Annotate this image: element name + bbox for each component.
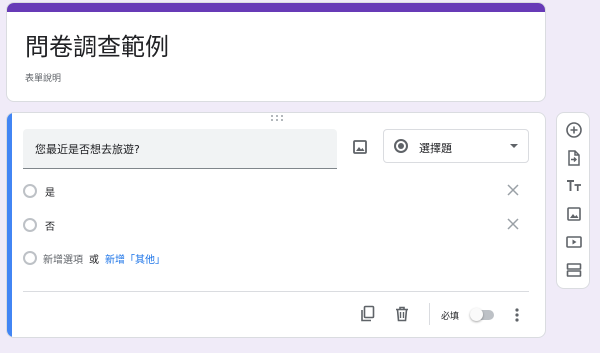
close-icon	[507, 218, 519, 230]
add-section-button[interactable]	[562, 258, 586, 282]
form-description[interactable]: 表單說明	[25, 71, 61, 84]
form-header-card[interactable]: 問卷調查範例 表單說明	[6, 2, 546, 102]
add-video-button[interactable]	[562, 230, 586, 254]
footer-vertical-divider	[429, 303, 430, 325]
option-label[interactable]: 是	[45, 184, 55, 199]
form-title[interactable]: 問卷調查範例	[25, 27, 169, 62]
add-image-button[interactable]	[348, 135, 372, 159]
question-title-input[interactable]: 您最近是否想去旅遊?	[23, 129, 337, 169]
toggle-knob	[470, 308, 483, 321]
trash-icon	[396, 306, 408, 322]
footer-divider	[23, 291, 529, 292]
delete-button[interactable]	[391, 303, 413, 325]
header-accent-bar	[7, 3, 545, 12]
chevron-down-icon	[510, 144, 518, 148]
add-title-icon	[567, 180, 581, 191]
add-question-button[interactable]	[562, 118, 586, 142]
option-radio-icon	[23, 218, 37, 232]
option-row[interactable]: 否	[23, 214, 543, 236]
option-row[interactable]: 是	[23, 180, 543, 202]
or-text: 或	[89, 255, 99, 266]
required-label: 必填	[441, 312, 460, 322]
drag-handle-icon[interactable]	[270, 115, 284, 123]
question-title-text: 您最近是否想去旅遊?	[35, 143, 140, 156]
question-toolbar	[556, 112, 590, 289]
radio-button-icon	[394, 139, 408, 153]
option-radio-icon	[23, 251, 37, 265]
question-type-select[interactable]: 選擇題	[383, 129, 529, 163]
more-vert-icon	[515, 308, 519, 322]
copy-icon	[361, 305, 375, 322]
add-other-link[interactable]: 新增「其他」	[105, 251, 165, 266]
remove-option-button[interactable]	[503, 180, 523, 200]
import-questions-icon	[568, 150, 580, 166]
add-option-row: 新增選項 或 新增「其他」	[23, 247, 543, 269]
add-title-button[interactable]	[562, 174, 586, 198]
remove-option-button[interactable]	[503, 214, 523, 234]
image-icon	[353, 140, 367, 154]
add-section-icon	[566, 263, 582, 277]
question-type-label: 選擇題	[419, 142, 452, 155]
question-card[interactable]: 您最近是否想去旅遊? 選擇題 是 否 新增選項 或 新增「其他」 必填	[6, 112, 546, 338]
required-toggle[interactable]	[470, 308, 496, 321]
add-option-link[interactable]: 新增選項	[43, 251, 83, 266]
duplicate-button[interactable]	[357, 303, 379, 325]
add-video-icon	[566, 236, 582, 248]
option-radio-icon	[23, 184, 37, 198]
add-question-icon	[566, 122, 582, 138]
more-options-button[interactable]	[509, 305, 525, 325]
option-label[interactable]: 否	[45, 218, 55, 233]
import-questions-button[interactable]	[562, 146, 586, 170]
close-icon	[507, 184, 519, 196]
active-question-indicator	[7, 113, 12, 337]
add-image-toolbar-button[interactable]	[562, 202, 586, 226]
add-image-icon	[567, 207, 581, 221]
